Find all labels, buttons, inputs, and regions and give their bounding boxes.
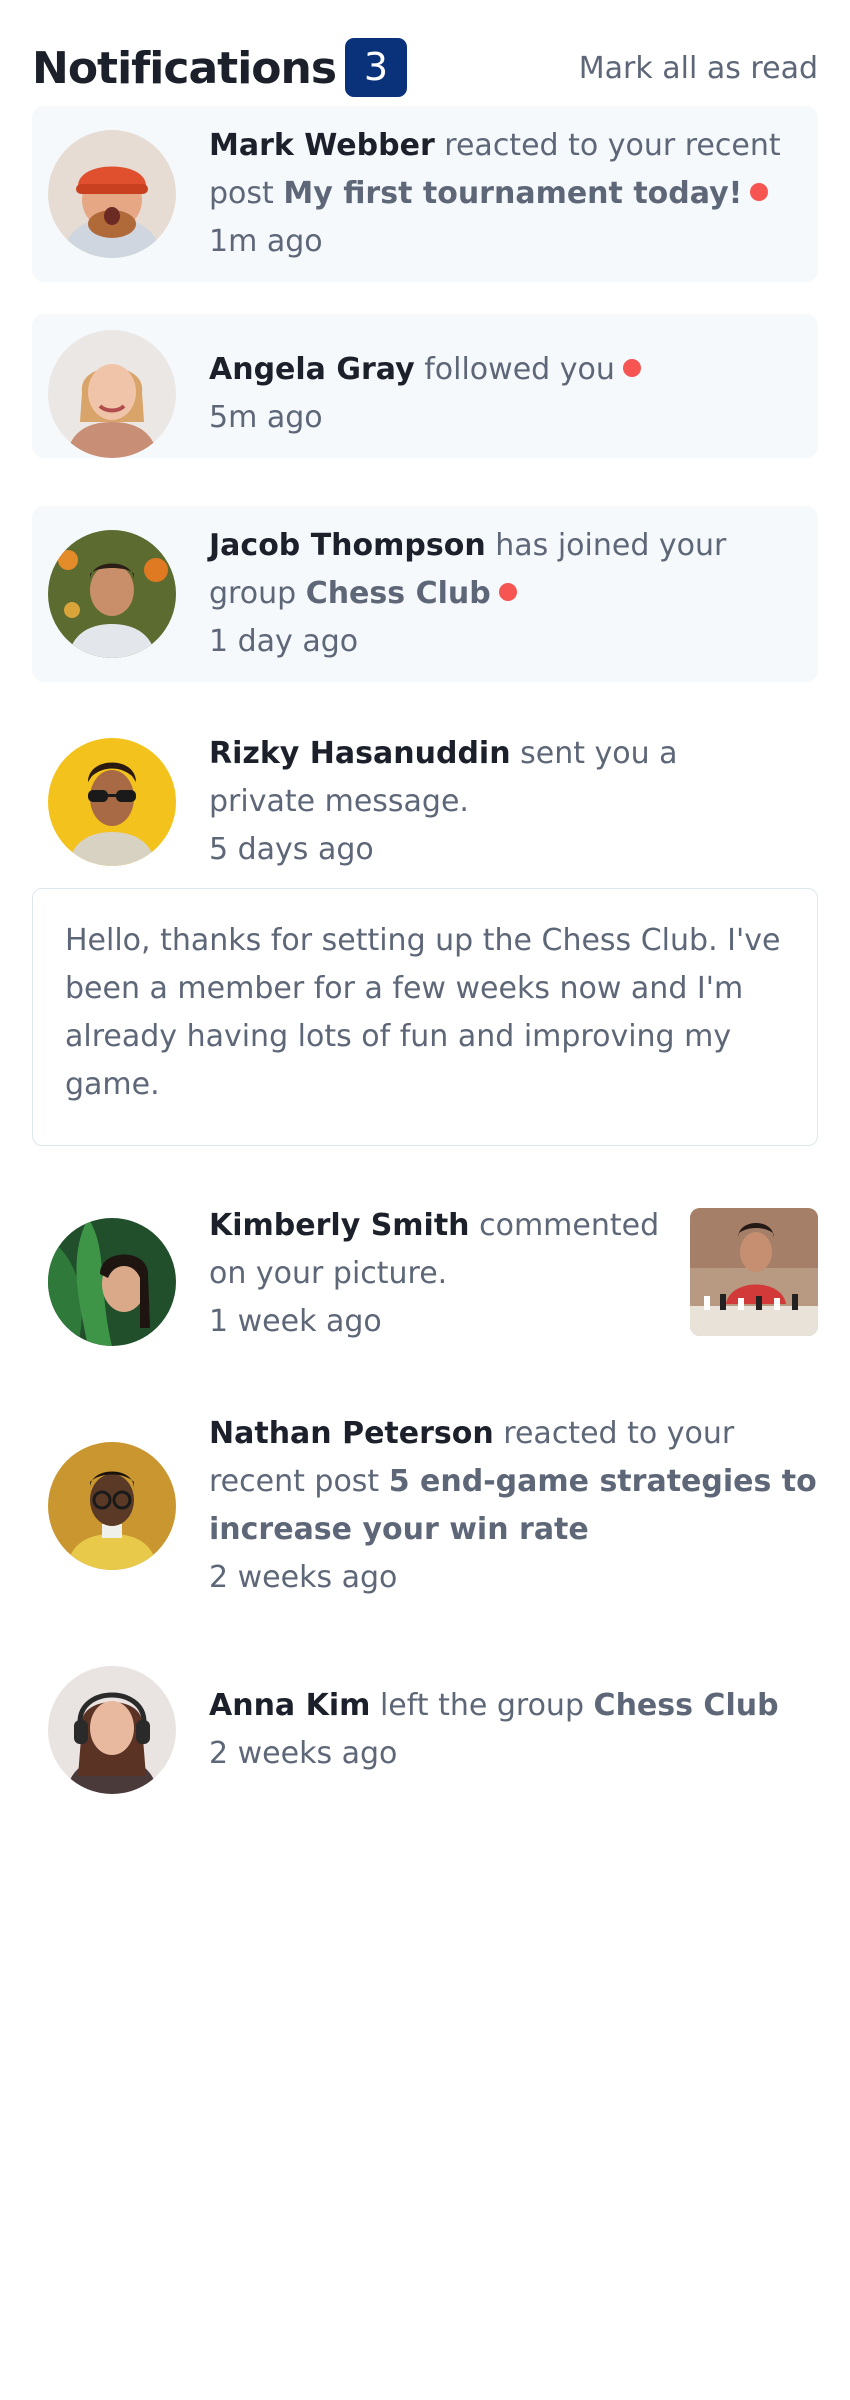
group-link[interactable]: Chess Club — [594, 1688, 779, 1723]
avatar-rizky-hasanuddin — [48, 738, 176, 866]
avatar[interactable] — [48, 1442, 176, 1570]
user-name[interactable]: Mark Webber — [209, 128, 435, 163]
unread-dot — [498, 582, 517, 601]
notification-time: 5 days ago — [209, 832, 374, 867]
private-message-text: Hello, thanks for setting up the Chess C… — [65, 923, 781, 1102]
notification-time: 2 weeks ago — [209, 1736, 398, 1771]
notification-time: 5m ago — [209, 400, 323, 435]
avatar[interactable] — [48, 130, 176, 258]
notification-text: Kimberly Smith commented on your picture… — [209, 1202, 669, 1346]
notification-text: Anna Kim left the group Chess Club 2 wee… — [209, 1682, 809, 1778]
notification-text: Jacob Thompson has joined your group Che… — [209, 522, 769, 666]
notification-item[interactable]: Angela Gray followed you 5m ago — [32, 314, 818, 458]
post-link[interactable]: My first tournament today! — [283, 176, 742, 211]
notification-item[interactable]: Kimberly Smith commented on your picture… — [32, 1194, 818, 1370]
unread-count-badge: 3 — [345, 38, 407, 97]
notification-action: followed you — [424, 352, 615, 387]
notification-text: Mark Webber reacted to your recent post … — [209, 122, 789, 266]
notification-item[interactable]: Nathan Peterson reacted to your recent p… — [32, 1402, 818, 1610]
avatar-mark-webber — [48, 130, 176, 258]
avatar[interactable] — [48, 1218, 176, 1346]
notification-time: 1m ago — [209, 224, 323, 259]
notification-item[interactable]: Jacob Thompson has joined your group Che… — [32, 506, 818, 682]
user-name[interactable]: Angela Gray — [209, 352, 415, 387]
chess-picture-icon — [690, 1208, 818, 1336]
unread-dot — [622, 358, 641, 377]
commented-picture[interactable] — [690, 1208, 818, 1336]
avatar-angela-gray — [48, 330, 176, 458]
notifications-page: Notifications 3 Mark all as read Mark We… — [0, 0, 850, 2400]
notification-text: Angela Gray followed you 5m ago — [209, 346, 789, 442]
avatar-jacob-thompson — [48, 530, 176, 658]
mark-all-as-read-button[interactable]: Mark all as read — [579, 46, 818, 92]
user-name[interactable]: Anna Kim — [209, 1688, 370, 1723]
avatar[interactable] — [48, 330, 176, 458]
notification-action: left the group — [379, 1688, 584, 1723]
notification-time: 1 day ago — [209, 624, 359, 659]
avatar[interactable] — [48, 738, 176, 866]
avatar[interactable] — [48, 1666, 176, 1794]
page-title: Notifications — [32, 43, 337, 94]
group-link[interactable]: Chess Club — [306, 576, 491, 611]
avatar-nathan-peterson — [48, 1442, 176, 1570]
avatar-kimberly-smith — [48, 1218, 176, 1346]
avatar-anna-kim — [48, 1666, 176, 1794]
notification-item[interactable]: Anna Kim left the group Chess Club 2 wee… — [32, 1650, 818, 1810]
user-name[interactable]: Kimberly Smith — [209, 1208, 470, 1243]
user-name[interactable]: Nathan Peterson — [209, 1416, 494, 1451]
notification-text: Nathan Peterson reacted to your recent p… — [209, 1410, 829, 1602]
user-name[interactable]: Jacob Thompson — [209, 528, 486, 563]
header: Notifications 3 Mark all as read — [32, 38, 818, 100]
avatar[interactable] — [48, 530, 176, 658]
notification-item[interactable]: Rizky Hasanuddin sent you a private mess… — [32, 714, 818, 882]
private-message-preview[interactable]: Hello, thanks for setting up the Chess C… — [32, 888, 818, 1146]
unread-dot — [750, 182, 769, 201]
notification-text: Rizky Hasanuddin sent you a private mess… — [209, 730, 789, 874]
notification-item[interactable]: Mark Webber reacted to your recent post … — [32, 106, 818, 282]
notification-time: 1 week ago — [209, 1304, 382, 1339]
notification-time: 2 weeks ago — [209, 1560, 398, 1595]
user-name[interactable]: Rizky Hasanuddin — [209, 736, 511, 771]
